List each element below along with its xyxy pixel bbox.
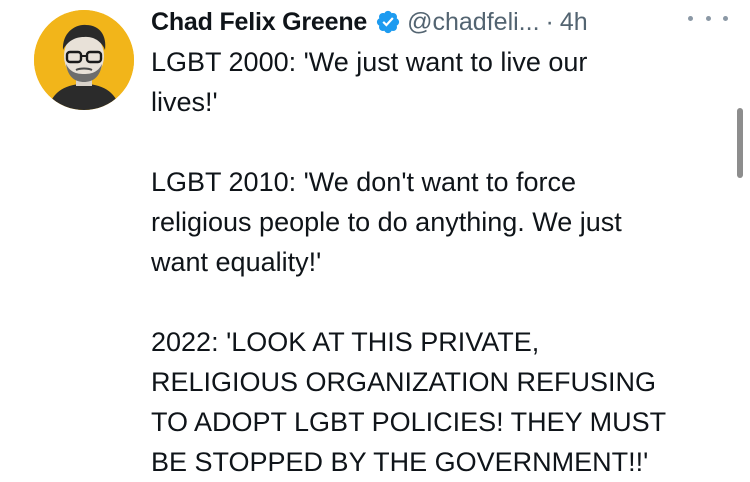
tweet-line: lives!' [151, 87, 218, 117]
tweet[interactable]: Chad Felix Greene @chadfeli... · 4h LGBT… [0, 0, 750, 477]
header-separator: · [545, 7, 554, 36]
tweet-line: LGBT 2000: 'We just want to live our [151, 47, 588, 77]
tweet-line: LGBT 2010: 'We don't want to force [151, 167, 577, 197]
tweet-line: religious people to do anything. We just [151, 207, 622, 237]
scrollbar-thumb[interactable] [737, 108, 743, 178]
author-handle[interactable]: @chadfeli... [407, 8, 539, 37]
more-options-icon[interactable] [688, 6, 728, 30]
avatar-image [34, 10, 134, 110]
avatar[interactable] [34, 10, 134, 110]
tweet-line: RELIGIOUS ORGANIZATION REFUSING [151, 367, 657, 397]
tweet-timestamp[interactable]: 4h [560, 8, 588, 37]
more-dot-icon [705, 15, 711, 21]
more-dot-icon [723, 15, 728, 21]
more-dot-icon [688, 15, 693, 21]
author-display-name[interactable]: Chad Felix Greene [151, 8, 367, 37]
tweet-header: Chad Felix Greene @chadfeli... · 4h [151, 2, 588, 42]
tweet-line: 2022: 'LOOK AT THIS PRIVATE, [151, 327, 540, 357]
verified-badge-icon [375, 9, 401, 35]
tweet-text: LGBT 2000: 'We just want to live our liv… [151, 42, 721, 482]
tweet-line: TO ADOPT LGBT POLICIES! THEY MUST [151, 407, 667, 437]
tweet-line: BE STOPPED BY THE GOVERNMENT!!' [151, 447, 649, 477]
tweet-line: want equality!' [151, 247, 322, 277]
